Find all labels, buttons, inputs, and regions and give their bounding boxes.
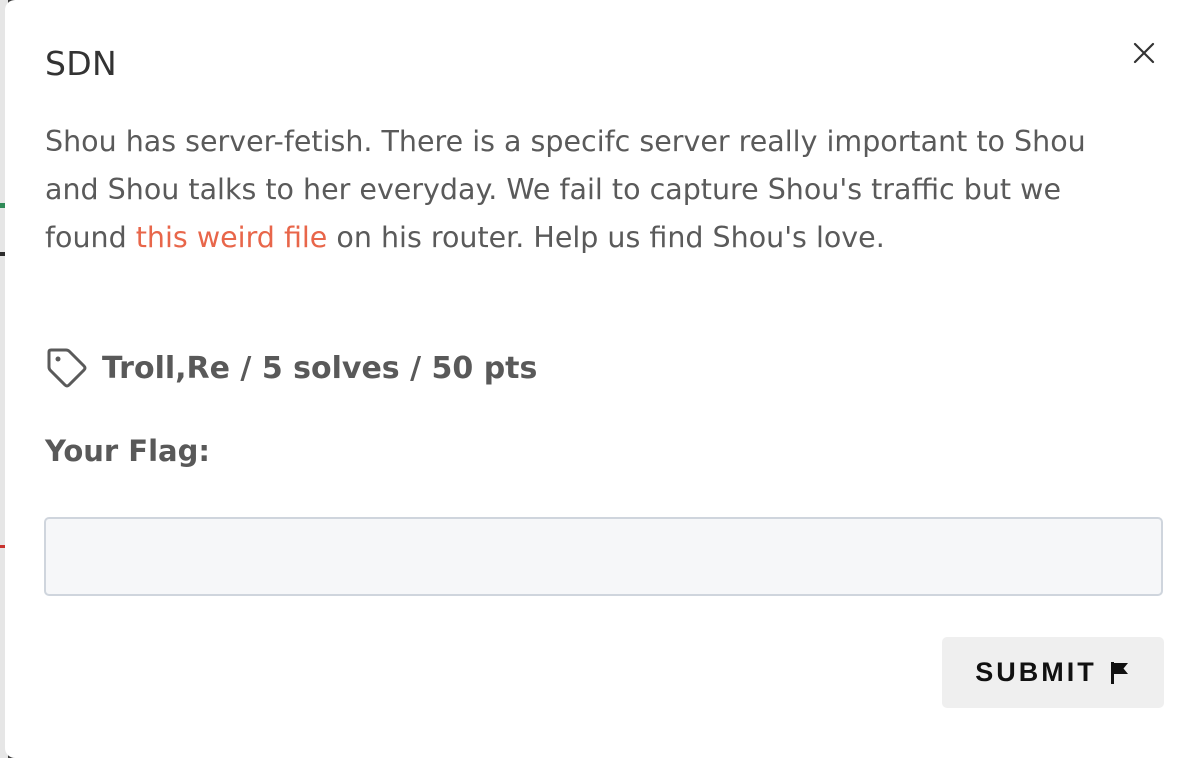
flag-icon [1110, 661, 1128, 684]
description-text-end: on his router. Help us find Shou's love. [327, 221, 885, 254]
challenge-meta-text: Troll,Re / 5 solves / 50 pts [102, 350, 538, 386]
challenge-modal: SDN Shou has server-fetish. There is a s… [5, 0, 1202, 758]
close-button[interactable] [1129, 38, 1159, 68]
challenge-meta: Troll,Re / 5 solves / 50 pts [45, 343, 537, 393]
challenge-description: Shou has server-fetish. There is a speci… [45, 118, 1145, 262]
modal-title: SDN [45, 44, 117, 83]
tag-icon [47, 348, 87, 388]
submit-button[interactable]: SUBMIT [942, 637, 1164, 708]
submit-label: SUBMIT [975, 657, 1097, 687]
file-link[interactable]: this weird file [136, 221, 328, 254]
flag-input[interactable] [44, 517, 1163, 596]
close-icon [1133, 42, 1155, 64]
flag-label: Your Flag: [45, 434, 210, 468]
